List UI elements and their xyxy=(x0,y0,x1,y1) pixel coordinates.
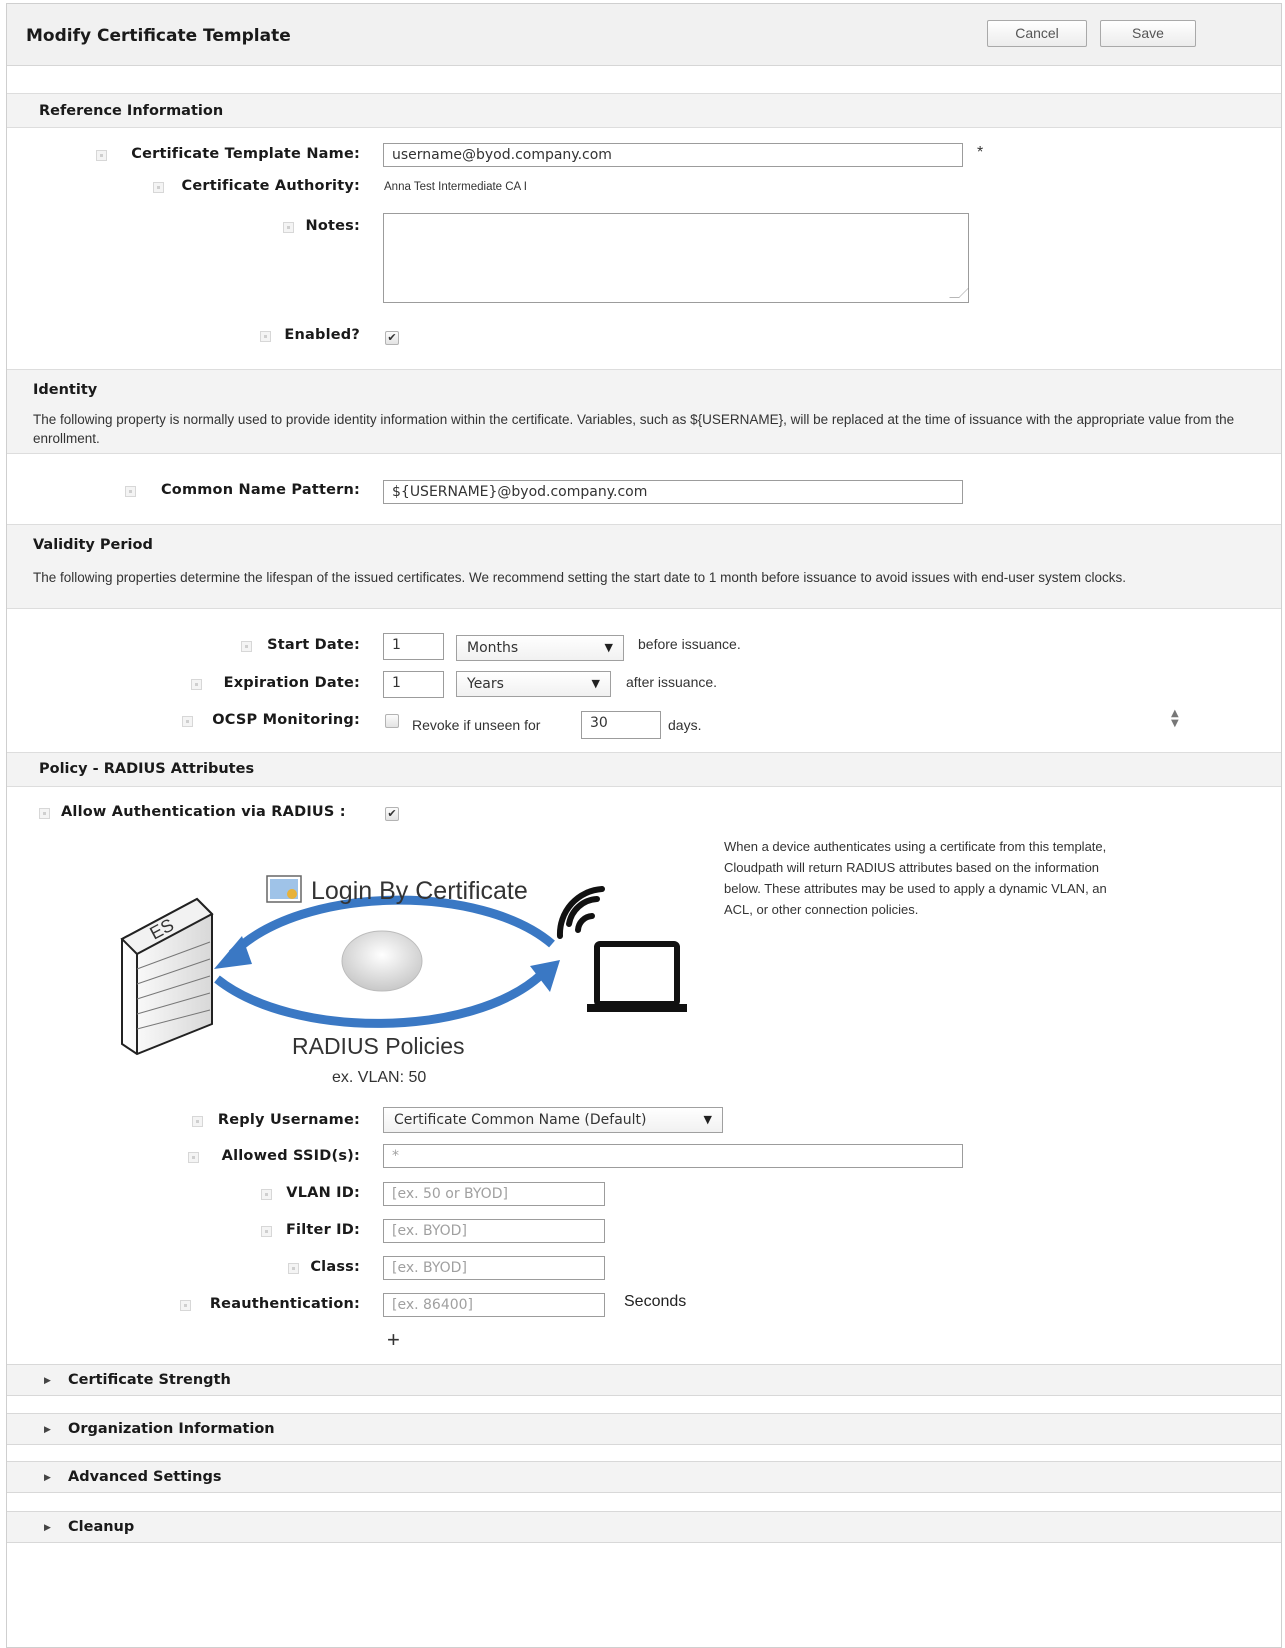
section-label: Advanced Settings xyxy=(68,1469,222,1485)
common-name-label: Common Name Pattern: xyxy=(160,482,360,498)
validity-section-header: Validity Period The following properties… xyxy=(7,524,1281,609)
authority-value: Anna Test Intermediate CA I xyxy=(384,181,527,193)
page-title: Modify Certificate Template xyxy=(26,26,291,46)
radius-heading: Policy - RADIUS Attributes xyxy=(39,761,255,777)
ocsp-checkbox[interactable] xyxy=(385,714,399,728)
start-date-input[interactable]: 1 xyxy=(383,633,444,660)
allow-radius-checkbox[interactable]: ✔ xyxy=(385,807,399,821)
dropdown-arrow-icon: ▼ xyxy=(703,1113,712,1126)
vlan-example-text: ex. VLAN: 50 xyxy=(332,1069,426,1086)
section-organization-information[interactable]: ▶ Organization Information xyxy=(7,1413,1281,1445)
header-bar: Modify Certificate Template Cancel Save xyxy=(7,4,1281,66)
laptop-icon xyxy=(587,941,687,1012)
radius-diagram: ES Login By Certificate RADIUS Policies … xyxy=(102,864,702,1094)
expiration-date-input[interactable]: 1 xyxy=(383,671,444,698)
help-icon[interactable] xyxy=(260,331,271,342)
expand-arrow-icon: ▶ xyxy=(44,1523,51,1533)
section-cleanup[interactable]: ▶ Cleanup xyxy=(7,1511,1281,1543)
notes-textarea[interactable] xyxy=(383,213,969,303)
reply-username-select[interactable]: Certificate Common Name (Default) ▼ xyxy=(383,1107,723,1133)
enabled-checkbox[interactable]: ✔ xyxy=(385,331,399,345)
help-icon[interactable] xyxy=(288,1263,299,1274)
scroll-stepper-icon[interactable]: ▲ ▼ xyxy=(1171,709,1179,729)
start-unit-value: Months xyxy=(467,640,519,656)
section-label: Certificate Strength xyxy=(68,1372,231,1388)
radius-section-header: Policy - RADIUS Attributes xyxy=(7,752,1281,787)
help-icon[interactable] xyxy=(188,1152,199,1163)
help-icon[interactable] xyxy=(182,716,193,727)
start-date-suffix: before issuance. xyxy=(638,636,741,652)
required-mark: * xyxy=(977,144,984,161)
help-icon[interactable] xyxy=(261,1226,272,1237)
authority-label: Certificate Authority: xyxy=(181,178,360,194)
filter-id-input[interactable]: [ex. BYOD] xyxy=(383,1219,605,1243)
ocsp-label: OCSP Monitoring: xyxy=(212,712,360,728)
login-by-certificate-text: Login By Certificate xyxy=(311,877,528,905)
help-icon[interactable] xyxy=(241,641,252,652)
radius-diagram-graphic: ES Login By Certificate RADIUS Policies … xyxy=(120,875,687,1086)
expand-arrow-icon: ▶ xyxy=(44,1376,51,1386)
class-input[interactable]: [ex. BYOD] xyxy=(383,1256,605,1280)
identity-section-header: Identity The following property is norma… xyxy=(7,369,1281,454)
radius-info-text: When a device authenticates using a cert… xyxy=(724,839,1107,917)
section-label: Cleanup xyxy=(68,1519,135,1535)
access-point-icon xyxy=(341,930,423,992)
expiration-date-suffix: after issuance. xyxy=(626,674,718,690)
allowed-ssid-input[interactable]: * xyxy=(383,1144,963,1168)
certificate-icon xyxy=(266,875,302,903)
help-icon[interactable] xyxy=(192,1116,203,1127)
start-date-label: Start Date: xyxy=(267,637,360,653)
expand-arrow-icon: ▶ xyxy=(44,1425,51,1435)
expiration-unit-select[interactable]: Years ▼ xyxy=(456,671,611,697)
identity-description: The following property is normally used … xyxy=(33,412,1235,446)
ocsp-days-suffix: days. xyxy=(668,717,702,733)
help-icon[interactable] xyxy=(153,182,164,193)
wifi-icon xyxy=(556,886,605,939)
common-name-input[interactable]: ${USERNAME}@byod.company.com xyxy=(383,480,963,504)
help-icon[interactable] xyxy=(180,1300,191,1311)
reauthentication-label: Reauthentication: xyxy=(209,1296,360,1312)
section-label: Organization Information xyxy=(68,1421,275,1437)
radius-policies-text: RADIUS Policies xyxy=(292,1033,465,1059)
section-advanced-settings[interactable]: ▶ Advanced Settings xyxy=(7,1461,1281,1493)
allowed-ssid-label: Allowed SSID(s): xyxy=(221,1148,360,1164)
allow-radius-label: Allow Authentication via RADIUS : xyxy=(61,804,346,820)
class-label: Class: xyxy=(310,1259,360,1275)
help-icon[interactable] xyxy=(96,150,107,161)
add-attribute-button[interactable]: + xyxy=(387,1327,400,1353)
expand-arrow-icon: ▶ xyxy=(44,1473,51,1483)
validity-description: The following properties determine the l… xyxy=(33,570,1127,585)
help-icon[interactable] xyxy=(191,679,202,690)
modify-certificate-template-panel: Modify Certificate Template Cancel Save … xyxy=(6,3,1282,1648)
cancel-button[interactable]: Cancel xyxy=(987,20,1087,47)
notes-label: Notes: xyxy=(305,218,360,234)
filter-id-label: Filter ID: xyxy=(285,1222,360,1238)
expiration-date-label: Expiration Date: xyxy=(223,675,360,691)
enabled-label: Enabled? xyxy=(284,327,360,343)
help-icon[interactable] xyxy=(261,1189,272,1200)
dropdown-arrow-icon: ▼ xyxy=(604,641,613,654)
expiration-unit-value: Years xyxy=(467,676,504,692)
dropdown-arrow-icon: ▼ xyxy=(591,677,600,690)
vlan-id-input[interactable]: [ex. 50 or BYOD] xyxy=(383,1182,605,1206)
help-icon[interactable] xyxy=(283,222,294,233)
identity-heading: Identity xyxy=(33,382,98,398)
reauthentication-input[interactable]: [ex. 86400] xyxy=(383,1293,605,1317)
reply-username-label: Reply Username: xyxy=(217,1112,360,1128)
validity-heading: Validity Period xyxy=(33,537,153,553)
save-button[interactable]: Save xyxy=(1100,20,1196,47)
ocsp-days-input[interactable]: 30 xyxy=(581,711,661,739)
reply-username-value: Certificate Common Name (Default) xyxy=(394,1112,647,1128)
reference-section-header: Reference Information xyxy=(7,93,1281,128)
template-name-label: Certificate Template Name: xyxy=(131,146,360,162)
ocsp-revoke-text: Revoke if unseen for xyxy=(412,717,541,733)
start-unit-select[interactable]: Months ▼ xyxy=(456,635,624,661)
vlan-id-label: VLAN ID: xyxy=(286,1185,360,1201)
section-certificate-strength[interactable]: ▶ Certificate Strength xyxy=(7,1364,1281,1396)
template-name-input[interactable]: username@byod.company.com xyxy=(383,143,963,167)
reference-heading: Reference Information xyxy=(39,103,224,119)
help-icon[interactable] xyxy=(125,486,136,497)
reauthentication-unit: Seconds xyxy=(624,1293,687,1310)
help-icon[interactable] xyxy=(39,808,50,819)
